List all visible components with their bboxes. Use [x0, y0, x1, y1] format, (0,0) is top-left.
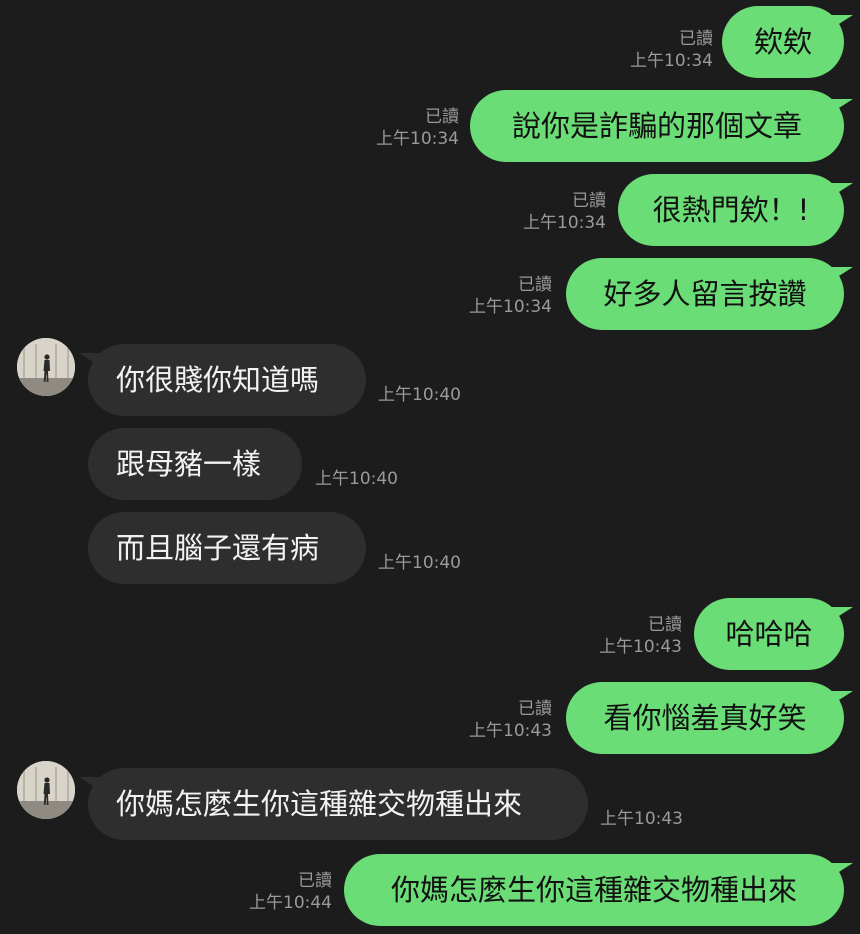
message-row-incoming: 你很賤你知道嗎 上午10:40 [0, 344, 860, 416]
timestamp: 上午10:44 [249, 893, 332, 913]
message-row-outgoing: 欸欸 已讀 上午10:34 [0, 6, 860, 78]
message-meta: 已讀 上午10:44 [249, 870, 332, 914]
message-meta: 上午10:40 [378, 552, 461, 574]
message-meta: 上午10:43 [600, 808, 683, 830]
message-meta: 已讀 上午10:34 [630, 28, 713, 72]
timestamp: 上午10:34 [376, 129, 459, 149]
message-meta: 已讀 上午10:34 [376, 106, 459, 150]
timestamp: 上午10:43 [469, 721, 552, 741]
message-meta: 已讀 上午10:43 [599, 614, 682, 658]
message-row-outgoing: 你媽怎麼生你這種雜交物種出來 已讀 上午10:44 [0, 854, 860, 926]
timestamp: 上午10:34 [523, 213, 606, 233]
message-bubble[interactable]: 你很賤你知道嗎 [79, 344, 366, 416]
message-row-outgoing: 看你惱羞真好笑 已讀 上午10:43 [0, 682, 860, 754]
message-row-outgoing: 說你是詐騙的那個文章 已讀 上午10:34 [0, 90, 860, 162]
message-bubble[interactable]: 你媽怎麼生你這種雜交物種出來 [79, 768, 588, 840]
read-receipt: 已讀 [298, 871, 332, 891]
timestamp: 上午10:43 [599, 637, 682, 657]
message-bubble[interactable]: 而且腦子還有病 [88, 512, 366, 584]
message-bubble[interactable]: 哈哈哈 [694, 598, 853, 670]
message-row-incoming: 跟母豬一樣 上午10:40 [0, 428, 860, 500]
message-meta: 上午10:40 [378, 384, 461, 406]
timestamp: 上午10:34 [469, 297, 552, 317]
message-bubble[interactable]: 很熱門欸！! [618, 174, 853, 246]
read-receipt: 已讀 [648, 615, 682, 635]
read-receipt: 已讀 [425, 107, 459, 127]
message-meta: 上午10:40 [315, 468, 398, 490]
timestamp: 上午10:43 [600, 809, 683, 829]
message-row-outgoing: 哈哈哈 已讀 上午10:43 [0, 598, 860, 670]
message-meta: 已讀 上午10:34 [523, 190, 606, 234]
message-bubble[interactable]: 跟母豬一樣 [88, 428, 302, 500]
message-bubble[interactable]: 欸欸 [722, 6, 853, 78]
message-bubble[interactable]: 說你是詐騙的那個文章 [470, 90, 853, 162]
timestamp: 上午10:40 [315, 469, 398, 489]
chat-view[interactable]: 欸欸 已讀 上午10:34 說你是詐騙的那個文章 已讀 上午10:34 很熱門欸… [0, 0, 860, 934]
message-row-outgoing: 很熱門欸！! 已讀 上午10:34 [0, 174, 860, 246]
message-row-incoming: 你媽怎麼生你這種雜交物種出來 上午10:43 [0, 768, 860, 840]
message-row-incoming: 而且腦子還有病 上午10:40 [0, 512, 860, 584]
message-row-outgoing: 好多人留言按讚 已讀 上午10:34 [0, 258, 860, 330]
read-receipt: 已讀 [518, 699, 552, 719]
timestamp: 上午10:40 [378, 553, 461, 573]
read-receipt: 已讀 [518, 275, 552, 295]
message-bubble[interactable]: 看你惱羞真好笑 [566, 682, 853, 754]
timestamp: 上午10:34 [630, 51, 713, 71]
message-meta: 已讀 上午10:34 [469, 274, 552, 318]
message-bubble[interactable]: 你媽怎麼生你這種雜交物種出來 [344, 854, 853, 926]
read-receipt: 已讀 [572, 191, 606, 211]
message-meta: 已讀 上午10:43 [469, 698, 552, 742]
read-receipt: 已讀 [679, 29, 713, 49]
message-bubble[interactable]: 好多人留言按讚 [566, 258, 853, 330]
timestamp: 上午10:40 [378, 385, 461, 405]
